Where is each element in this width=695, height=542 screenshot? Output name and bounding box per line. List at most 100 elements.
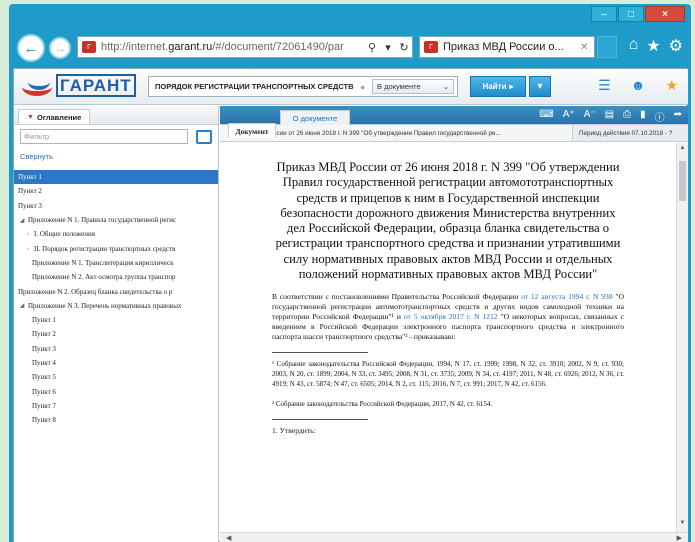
- search-scope-label: В документе: [377, 82, 421, 91]
- address-url[interactable]: http://internet.garant.ru/#/document/720…: [101, 41, 364, 53]
- collapsed-chevron-icon[interactable]: ›: [24, 231, 32, 237]
- expanded-triangle-icon[interactable]: ◢: [18, 217, 26, 224]
- toc-item-label: Пункт 6: [32, 387, 56, 396]
- search-scope-select[interactable]: В документе ⌄: [372, 79, 454, 94]
- toc-item[interactable]: ◢ Приложение N 3. Перечень нормативных пр…: [14, 299, 218, 313]
- section-divider: [272, 419, 368, 421]
- toc-item[interactable]: Пункт 6: [14, 384, 218, 398]
- toc-item[interactable]: › II. Порядок регистрации транспортных ср…: [14, 241, 218, 255]
- forward-button[interactable]: →: [49, 37, 71, 59]
- tab-contents[interactable]: ▼ Оглавление: [18, 109, 91, 124]
- toc-item[interactable]: Приложение N 1. Транслитерация кирилличе…: [14, 256, 218, 270]
- garant-logo[interactable]: ГАРАНТ: [22, 74, 142, 100]
- preamble-text-1: В соответствии с постановлениями Правите…: [272, 292, 522, 302]
- browser-tab[interactable]: Г Приказ МВД России о... ✕: [419, 36, 595, 58]
- validity-period: Период действия 07.10.2018 - ?: [572, 125, 688, 141]
- expanded-triangle-icon[interactable]: ◢: [18, 302, 26, 309]
- dropdown-icon[interactable]: ▾: [380, 41, 396, 54]
- toc-item[interactable]: Пункт 5: [14, 370, 218, 384]
- toc-item[interactable]: Пункт 1: [14, 313, 218, 327]
- filter-input[interactable]: Фильтр: [20, 129, 188, 144]
- toc-item[interactable]: Пункт 2: [14, 327, 218, 341]
- clear-search-icon[interactable]: ●: [360, 82, 372, 92]
- find-button[interactable]: Найти ▸: [470, 76, 526, 97]
- users-icon[interactable]: ☻: [631, 77, 646, 94]
- toc-item-label: II. Порядок регистрации транспортных сре…: [34, 244, 176, 253]
- browser-icons: ⌂ ★ ⚙: [629, 36, 683, 56]
- tab-favicon-icon: Г: [424, 41, 438, 53]
- address-bar[interactable]: Г http://internet.garant.ru/#/document/7…: [77, 36, 413, 58]
- close-button[interactable]: ×: [645, 6, 685, 22]
- toc-item[interactable]: ◢ Приложение N 1. Правила государственной…: [14, 213, 218, 227]
- document-panel: Документ О документе ⌨ A⁺ A⁻ ▤ ⎙ ▮ ⓘ ➦ П…: [220, 106, 688, 542]
- find-arrow-icon: ▸: [509, 82, 514, 91]
- back-arrow-icon: ←: [23, 39, 39, 57]
- tab-about-document[interactable]: О документе: [280, 110, 350, 125]
- list-search-icon[interactable]: ☰: [598, 77, 611, 94]
- footnote-1: ¹ Собрание законодательства Российской Ф…: [272, 360, 624, 389]
- item-1: 1. Утвердить:: [272, 426, 316, 436]
- toc-item[interactable]: Приложение N 2. Образец бланка свидетель…: [14, 284, 218, 298]
- refresh-icon[interactable]: ↻: [396, 41, 412, 54]
- app-header: ГАРАНТ ПОРЯДОК РЕГИСТРАЦИИ ТРАНСПОРТНЫХ …: [14, 69, 688, 105]
- scroll-right-icon[interactable]: ▶: [677, 534, 682, 542]
- search-box[interactable]: ПОРЯДОК РЕГИСТРАЦИИ ТРАНСПОРТНЫХ СРЕДСТВ…: [148, 76, 458, 97]
- document-heading: Приказ МВД России от 26 июня 2018 г. N 3…: [275, 160, 621, 282]
- home-icon[interactable]: ⌂: [629, 36, 639, 56]
- toc-item-label: Приложение N 1. Транслитерация кирилличе…: [32, 258, 174, 267]
- toc-item[interactable]: Пункт 2: [14, 184, 218, 198]
- toc-item-label: Пункт 3: [18, 201, 42, 210]
- tab-document[interactable]: Документ: [228, 123, 276, 138]
- info-icon[interactable]: ⓘ: [655, 109, 665, 124]
- search-icon[interactable]: ⚲: [364, 41, 380, 54]
- browser-window: – □ × ← → Г http://internet.garant.ru/#/…: [9, 4, 691, 542]
- scroll-left-icon[interactable]: ◀: [226, 534, 231, 542]
- minimize-button[interactable]: –: [591, 6, 617, 22]
- browser-toolbar: ← → Г http://internet.garant.ru/#/docume…: [9, 28, 691, 68]
- collapsed-chevron-icon[interactable]: ›: [24, 246, 32, 252]
- vertical-scrollbar[interactable]: ▲ ▼: [676, 143, 688, 532]
- toc-item-label: Приложение N 1. Правила государственной …: [28, 216, 177, 225]
- window-controls: – □ ×: [591, 6, 685, 22]
- forward-arrow-icon: →: [54, 41, 66, 55]
- scroll-thumb[interactable]: [679, 161, 686, 201]
- translate-icon[interactable]: ⌨: [539, 109, 553, 124]
- toc-item-label: Пункт 8: [32, 416, 56, 425]
- toc-item[interactable]: › I. Общие положения: [14, 227, 218, 241]
- font-decrease-icon[interactable]: A⁻: [584, 109, 596, 124]
- settings-gear-icon[interactable]: ⚙: [669, 36, 683, 56]
- find-button-label: Найти: [482, 82, 507, 91]
- tab-close-icon[interactable]: ✕: [580, 42, 594, 53]
- save-icon[interactable]: ▤: [605, 109, 614, 124]
- advanced-search-button[interactable]: ▾: [529, 76, 551, 97]
- toc-item[interactable]: Приложение N 2. Акт осмотра группы транс…: [14, 270, 218, 284]
- horizontal-scrollbar[interactable]: ◀ ▶: [220, 532, 688, 542]
- toc-item-label: Приложение N 3. Перечень нормативных пра…: [28, 301, 182, 310]
- scroll-down-icon[interactable]: ▼: [677, 520, 688, 530]
- back-button[interactable]: ←: [17, 34, 45, 62]
- scroll-up-icon[interactable]: ▲: [677, 145, 688, 155]
- toc-item[interactable]: Пункт 3: [14, 342, 218, 356]
- tab-contents-label: Оглавление: [36, 112, 82, 122]
- toc-item[interactable]: Пункт 7: [14, 399, 218, 413]
- new-tab-button[interactable]: [597, 36, 617, 58]
- toc-item[interactable]: Пункт 3: [14, 199, 218, 213]
- logo-text: ГАРАНТ: [56, 74, 136, 97]
- maximize-button[interactable]: □: [618, 6, 644, 22]
- toc-item[interactable]: Пункт 8: [14, 413, 218, 427]
- share-icon[interactable]: ➦: [674, 109, 682, 124]
- toc-item-label: Пункт 7: [32, 401, 56, 410]
- toc-item-label: Пункт 1: [32, 316, 56, 325]
- search-input[interactable]: ПОРЯДОК РЕГИСТРАЦИИ ТРАНСПОРТНЫХ СРЕДСТВ: [149, 82, 360, 91]
- print-icon[interactable]: ⎙: [623, 109, 631, 124]
- link-decree-938[interactable]: от 12 августа 1994 г. N 938: [521, 292, 613, 301]
- favorites-icon[interactable]: ★: [665, 77, 678, 94]
- toc-item[interactable]: Пункт 1: [14, 170, 218, 185]
- font-increase-icon[interactable]: A⁺: [563, 109, 575, 124]
- filter-button-icon[interactable]: [196, 129, 212, 144]
- toc-item[interactable]: Пункт 4: [14, 356, 218, 370]
- link-decree-1212[interactable]: от 5 октября 2017 г. N 1212: [404, 312, 498, 321]
- collapse-link[interactable]: Свернуть: [20, 152, 218, 161]
- bookmark-icon[interactable]: ▮: [640, 109, 646, 124]
- favorites-star-icon[interactable]: ★: [646, 36, 660, 56]
